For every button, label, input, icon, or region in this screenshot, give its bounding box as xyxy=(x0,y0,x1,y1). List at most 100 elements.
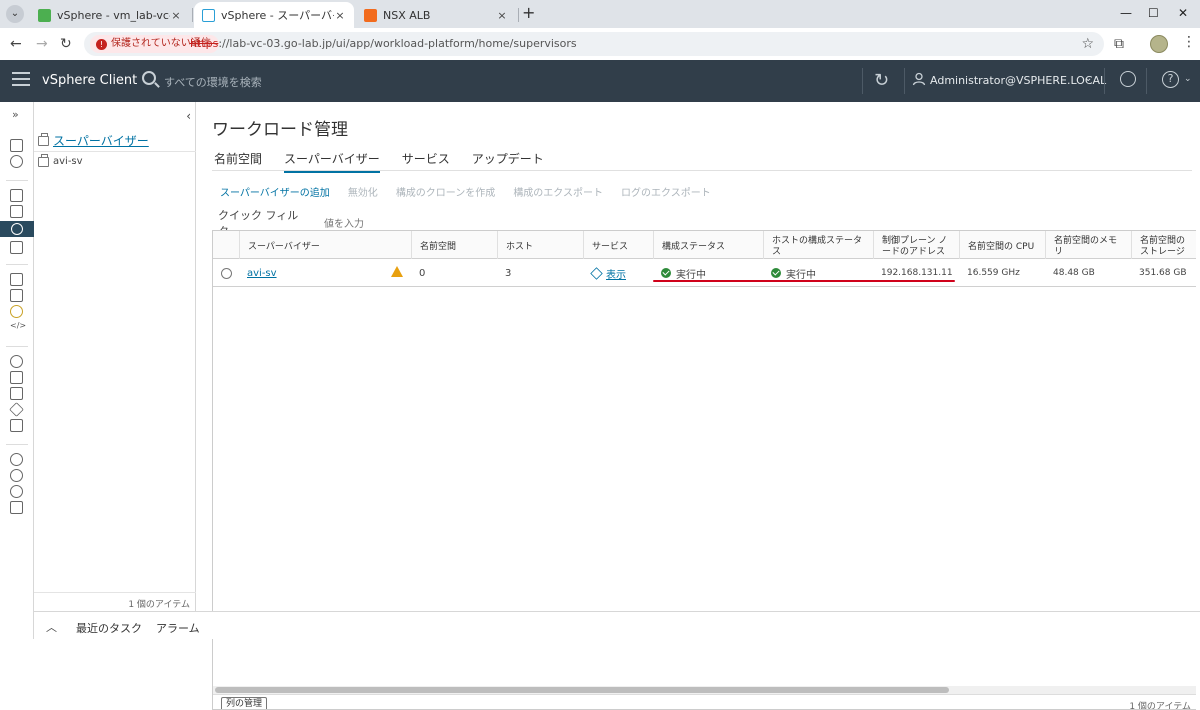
global-inventory-icon[interactable] xyxy=(10,289,23,302)
tab-title: vSphere - スーパーバイザー xyxy=(221,9,334,22)
add-supervisor-button[interactable]: スーパーバイザーの追加 xyxy=(220,184,330,199)
cell-namespaces: 0 xyxy=(419,267,426,279)
export-config-button[interactable]: 構成のエクスポート xyxy=(513,184,603,199)
close-icon[interactable]: × xyxy=(170,9,182,22)
action-bar: スーパーバイザーの追加 無効化 構成のクローンを作成 構成のエクスポート ログの… xyxy=(220,184,711,199)
close-icon[interactable]: × xyxy=(496,9,508,22)
tab-title: vSphere - vm_lab-vc-03 - 仮想マ xyxy=(57,9,170,22)
storage-icon[interactable] xyxy=(10,241,23,254)
column-host-config-status[interactable]: ホストの構成ステータス xyxy=(763,231,873,259)
horizontal-scrollbar[interactable] xyxy=(213,686,1196,694)
extensions-icon[interactable]: ⧉ xyxy=(1114,36,1124,52)
export-logs-button[interactable]: ログのエクスポート xyxy=(621,184,711,199)
column-supervisor[interactable]: スーパーバイザー xyxy=(239,231,411,259)
global-search-input[interactable]: すべての環境を検索 xyxy=(164,74,262,90)
table-row[interactable]: avi-sv 0 3 表示 実行中 実行中 192.168.131.11 16.… xyxy=(213,259,1196,287)
shortcuts-icon[interactable] xyxy=(10,155,23,168)
new-tab-icon[interactable]: + xyxy=(522,5,535,21)
clone-config-button[interactable]: 構成のクローンを作成 xyxy=(396,184,496,199)
alarms-tab[interactable]: アラーム xyxy=(156,620,200,636)
warning-icon[interactable] xyxy=(391,266,403,277)
help-icon[interactable]: ? xyxy=(1162,71,1179,88)
browser-tab-supervisor[interactable]: vSphere - スーパーバイザー × xyxy=(194,2,354,28)
close-icon[interactable]: × xyxy=(334,9,346,22)
home-icon[interactable] xyxy=(10,139,23,152)
chevron-up-icon[interactable]: ︿ xyxy=(46,619,57,635)
column-ns-storage[interactable]: 名前空間のストレージ xyxy=(1131,231,1196,259)
bottom-panel-bar: ︿ 最近のタスク アラーム xyxy=(34,611,1200,639)
recent-tasks-tab[interactable]: 最近のタスク xyxy=(76,620,142,636)
divider xyxy=(34,151,196,152)
cell-config-status: 実行中 xyxy=(676,269,706,281)
cell-host-config-status: 実行中 xyxy=(786,269,816,281)
cell-control-plane-address: 192.168.131.11 xyxy=(881,268,953,278)
back-icon[interactable]: ← xyxy=(10,36,22,52)
collapse-panel-icon[interactable]: ‹ xyxy=(186,109,191,123)
header-divider xyxy=(862,68,863,94)
bookmark-star-icon[interactable]: ☆ xyxy=(1081,36,1094,52)
page-title: ワークロード管理 xyxy=(212,120,348,140)
reload-icon[interactable]: ↻ xyxy=(60,36,72,52)
minimize-icon[interactable]: — xyxy=(1120,6,1132,20)
column-services[interactable]: サービス xyxy=(583,231,653,259)
chevron-down-icon[interactable]: ⌄ xyxy=(1184,74,1192,84)
check-circle-icon xyxy=(661,268,671,278)
menu-icon[interactable] xyxy=(12,72,30,88)
tree-item-avi-sv[interactable]: avi-sv xyxy=(38,153,83,167)
services-view-link[interactable]: 表示 xyxy=(606,266,626,281)
scrollbar-thumb[interactable] xyxy=(215,687,949,693)
tab-search-chevron-icon[interactable]: ⌄ xyxy=(6,5,24,23)
administration-icon[interactable] xyxy=(10,453,23,466)
supervisor-icon xyxy=(38,132,49,146)
column-config-status[interactable]: 構成ステータス xyxy=(653,231,763,259)
feedback-smiley-icon[interactable] xyxy=(1120,71,1136,87)
service-cube-icon xyxy=(590,266,603,280)
workload-management-icon[interactable] xyxy=(0,221,34,237)
column-namespaces[interactable]: 名前空間 xyxy=(411,231,497,259)
shortcut-rail: » </> xyxy=(0,102,34,639)
forward-icon[interactable]: → xyxy=(36,36,48,52)
header-divider xyxy=(1104,68,1105,94)
not-secure-icon: ! xyxy=(96,38,107,50)
profile-avatar[interactable] xyxy=(1150,35,1168,53)
clipboard-icon[interactable] xyxy=(10,501,23,514)
address-bar[interactable]: ! 保護されていない通信 https://lab-vc-03.go-lab.jp… xyxy=(84,32,1104,56)
add-plugin-icon[interactable] xyxy=(10,485,23,498)
header-divider xyxy=(904,68,905,94)
user-menu[interactable]: Administrator@VSPHERE.LOCAL xyxy=(930,74,1106,87)
browser-menu-icon[interactable]: ⋮ xyxy=(1182,34,1196,50)
column-ns-memory[interactable]: 名前空間のメモリ xyxy=(1045,231,1131,259)
window-close-icon[interactable]: ✕ xyxy=(1178,6,1188,20)
row-select-radio[interactable] xyxy=(221,267,232,279)
tree-root-supervisors[interactable]: スーパーバイザー xyxy=(38,132,149,149)
disable-button[interactable]: 無効化 xyxy=(348,184,378,199)
user-icon xyxy=(912,72,926,86)
column-ns-cpu[interactable]: 名前空間の CPU xyxy=(959,231,1045,259)
developer-center-icon[interactable]: </> xyxy=(10,321,26,334)
supervisor-link[interactable]: avi-sv xyxy=(247,268,277,279)
policies-profiles-icon[interactable] xyxy=(10,355,23,368)
lifecycle-manager-icon[interactable] xyxy=(10,419,23,432)
cloud-provider-icon[interactable] xyxy=(10,305,23,318)
events-icon[interactable] xyxy=(10,387,23,400)
hosts-clusters-icon[interactable] xyxy=(10,189,23,202)
refresh-icon[interactable]: ↻ xyxy=(874,70,889,91)
chevron-down-icon[interactable]: ⌄ xyxy=(1084,73,1092,84)
column-hosts[interactable]: ホスト xyxy=(497,231,583,259)
cloud-services-icon[interactable] xyxy=(10,469,23,482)
browser-tab-nsx-alb[interactable]: NSX ALB × xyxy=(356,2,516,28)
tasks-icon[interactable] xyxy=(10,371,23,384)
expand-rail-icon[interactable]: » xyxy=(12,108,19,121)
tab-separator xyxy=(192,8,193,22)
column-control-plane-address[interactable]: 制御プレーン ノードのアドレス xyxy=(873,231,959,259)
tab-separator xyxy=(518,8,519,22)
content-libraries-icon[interactable] xyxy=(10,273,23,286)
vms-templates-icon[interactable] xyxy=(10,205,23,218)
cell-ns-memory: 48.48 GB xyxy=(1053,268,1095,278)
maximize-icon[interactable]: ☐ xyxy=(1148,6,1159,20)
browser-tab-vm[interactable]: vSphere - vm_lab-vc-03 - 仮想マ × xyxy=(30,2,190,28)
tags-icon[interactable] xyxy=(9,402,24,417)
tree-root-label: スーパーバイザー xyxy=(53,134,149,148)
manage-columns-button[interactable]: 列の管理 xyxy=(221,697,268,709)
search-icon[interactable] xyxy=(142,71,156,85)
